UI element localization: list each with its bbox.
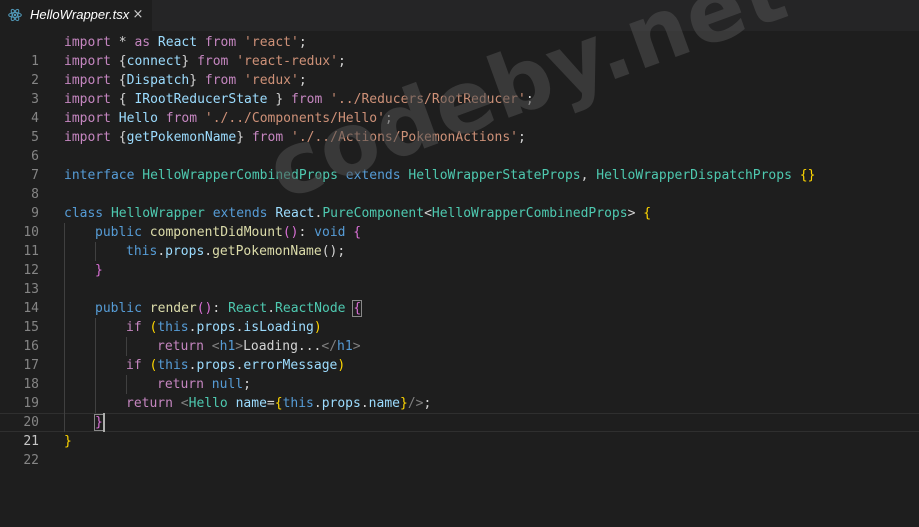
code-text: import { IRootReducerState } from '../Re…	[64, 92, 534, 107]
code-line: 12 this.props.getPokemonName();	[0, 242, 919, 278]
indent-guide	[64, 242, 65, 261]
code-text: public render(): React.ReactNode {	[95, 300, 363, 317]
code-text: import {Dispatch} from 'redux';	[64, 73, 307, 88]
code-line: 17 return <h1>Loading...</h1>	[0, 337, 919, 373]
code-line: 3 import {Dispatch} from 'redux';	[0, 71, 919, 107]
text-cursor	[103, 413, 105, 432]
code-line: 15 public render(): React.ReactNode {	[0, 299, 919, 335]
code-text: public componentDidMount(): void {	[95, 225, 362, 240]
code-line: 19 return null;	[0, 375, 919, 411]
code-text: interface HelloWrapperCombinedProps exte…	[64, 168, 816, 183]
line-number: 22	[23, 453, 39, 468]
react-icon	[8, 8, 22, 22]
code-text: import {connect} from 'react-redux';	[64, 54, 346, 69]
indent-guide	[64, 356, 65, 375]
code-line-current: 21 }	[0, 413, 919, 449]
code-text: if (this.props.isLoading)	[126, 320, 322, 335]
indent-guide	[126, 337, 127, 356]
code-text: return <Hello name={this.props.name}/>;	[126, 396, 432, 411]
tab-hellowrapper[interactable]: HelloWrapper.tsx ×	[0, 0, 152, 31]
indent-guide	[95, 337, 96, 356]
indent-guide	[64, 261, 65, 280]
code-text: class HelloWrapper extends React.PureCom…	[64, 206, 652, 221]
indent-guide	[64, 394, 65, 413]
code-line: 8 interface HelloWrapperCombinedProps ex…	[0, 166, 919, 202]
code-text: import Hello from './../Components/Hello…	[64, 111, 393, 126]
tab-title: HelloWrapper.tsx	[30, 7, 130, 22]
indent-guide	[95, 394, 96, 413]
indent-guide	[95, 375, 96, 394]
indent-guide	[95, 356, 96, 375]
indent-guide	[95, 318, 96, 337]
code-line: 6 import {getPokemonName} from './../Act…	[0, 128, 919, 164]
code-line: 20 return <Hello name={this.props.name}/…	[0, 394, 919, 430]
code-text: return null;	[157, 377, 251, 392]
code-line: 14	[0, 280, 919, 316]
code-line: 18 if (this.props.errorMessage)	[0, 356, 919, 392]
code-text: }	[64, 434, 72, 449]
code-text: if (this.props.errorMessage)	[126, 358, 346, 373]
code-text: this.props.getPokemonName();	[126, 244, 346, 259]
close-icon[interactable]: ×	[131, 6, 145, 24]
code-line: 7	[0, 147, 919, 183]
indent-guide	[64, 299, 65, 318]
code-text: import {getPokemonName} from './../Actio…	[64, 130, 526, 145]
indent-guide	[95, 242, 96, 261]
indent-guide	[126, 375, 127, 394]
indent-guide	[64, 337, 65, 356]
code-line: 13 }	[0, 261, 919, 297]
code-line: 22 }	[0, 432, 919, 468]
indent-guide	[64, 223, 65, 242]
code-line: 10 class HelloWrapper extends React.Pure…	[0, 204, 919, 240]
code-line: 5 import Hello from './../Components/Hel…	[0, 109, 919, 145]
indent-guide	[64, 318, 65, 337]
code-text: import * as React from 'react';	[64, 35, 307, 50]
code-text: }	[94, 414, 104, 431]
indent-guide	[64, 375, 65, 394]
indent-guide	[64, 413, 65, 432]
code-line: 1 import * as React from 'react';	[0, 33, 919, 69]
code-line: 2 import {connect} from 'react-redux';	[0, 52, 919, 88]
code-line: 11 public componentDidMount(): void {	[0, 223, 919, 259]
code-line: 9	[0, 185, 919, 221]
code-line: 4 import { IRootReducerState } from '../…	[0, 90, 919, 126]
code-editor[interactable]: 1 import * as React from 'react'; 2 impo…	[0, 0, 919, 468]
code-text: return <h1>Loading...</h1>	[157, 339, 361, 354]
code-line: 16 if (this.props.isLoading)	[0, 318, 919, 354]
code-text: }	[95, 263, 103, 278]
tab-bar: HelloWrapper.tsx ×	[0, 0, 919, 31]
indent-guide	[64, 280, 65, 299]
